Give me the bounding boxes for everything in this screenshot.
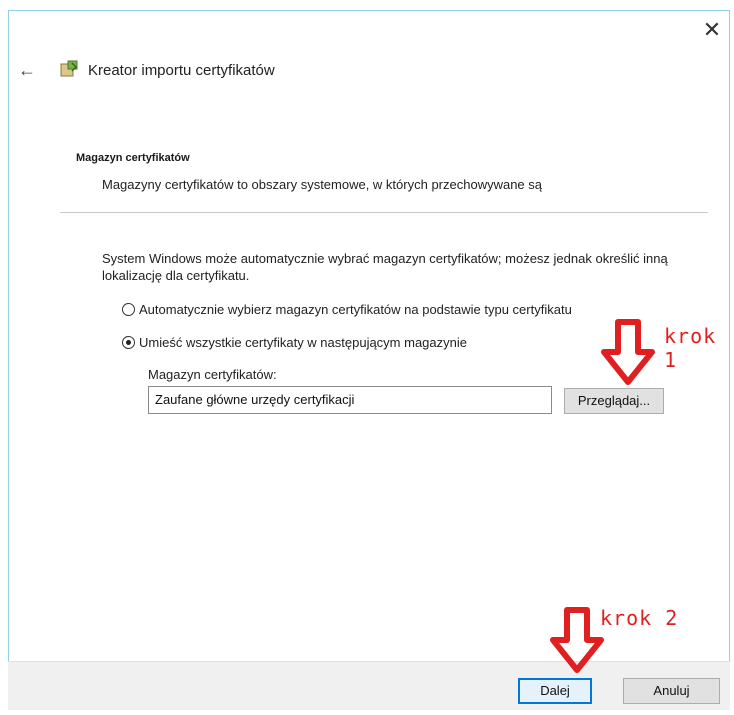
store-label: Magazyn certyfikatów: <box>148 367 277 382</box>
radio-auto-select[interactable]: Automatycznie wybierz magazyn certyfikat… <box>122 302 572 317</box>
divider <box>60 212 708 213</box>
section-description: Magazyny certyfikatów to obszary systemo… <box>102 177 543 192</box>
radio-button-checked[interactable] <box>122 336 135 349</box>
annotation-step-2: krok 2 <box>600 606 679 630</box>
intro-text: System Windows może automatycznie wybrać… <box>102 251 668 283</box>
cancel-button[interactable]: Anuluj <box>623 678 720 704</box>
radio-auto-label: Automatycznie wybierz magazyn certyfikat… <box>139 302 572 317</box>
footer-bar <box>8 661 730 710</box>
wizard-title: Kreator importu certyfikatów <box>88 62 275 79</box>
back-arrow-icon[interactable]: ← <box>18 60 36 81</box>
next-button[interactable]: Dalej <box>518 678 592 704</box>
radio-manual-select[interactable]: Umieść wszystkie certyfikaty w następują… <box>122 335 467 350</box>
store-field[interactable]: Zaufane główne urzędy certyfikacji <box>148 386 552 414</box>
radio-button-unchecked[interactable] <box>122 303 135 316</box>
annotation-arrow-down-icon <box>601 319 655 385</box>
radio-manual-label: Umieść wszystkie certyfikaty w następują… <box>139 335 467 350</box>
close-icon[interactable]: ✕ <box>700 18 724 42</box>
certificate-import-icon <box>60 60 78 77</box>
section-title: Magazyn certyfikatów <box>76 152 190 164</box>
annotation-arrow-down-icon <box>550 607 604 673</box>
browse-button[interactable]: Przeglądaj... <box>564 388 664 414</box>
annotation-step-1: krok 1 <box>664 324 717 372</box>
